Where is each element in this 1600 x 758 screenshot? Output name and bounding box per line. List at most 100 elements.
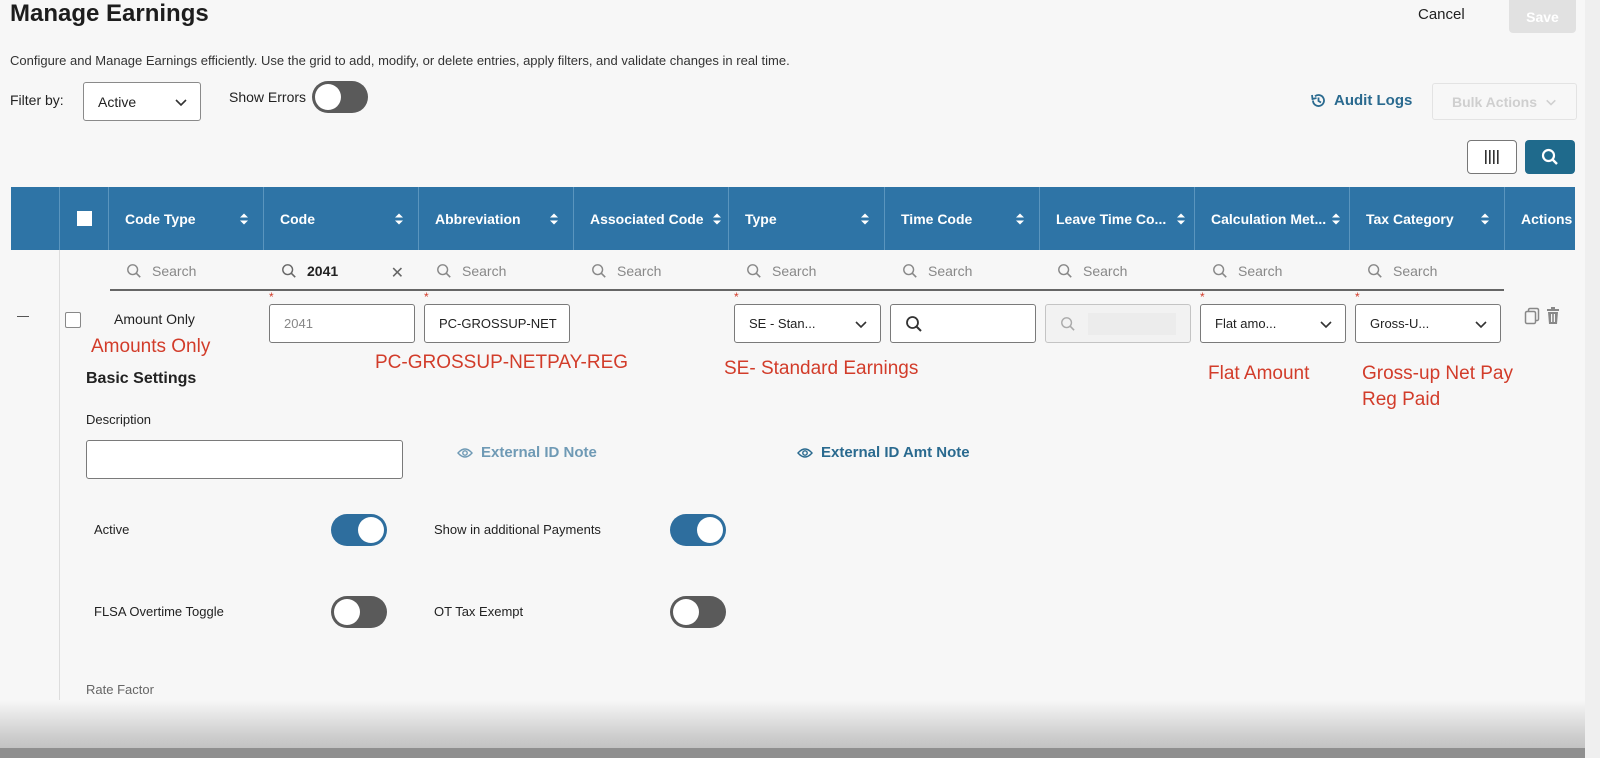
search-icon xyxy=(127,264,141,278)
filter-associated-code[interactable]: Search xyxy=(575,253,730,289)
eye-icon xyxy=(457,447,473,458)
filter-tax-category[interactable]: Search xyxy=(1351,253,1504,289)
external-id-amt-note-label: External ID Amt Note xyxy=(821,444,970,461)
row-code-type: Amount Only xyxy=(114,311,195,327)
tax-category-select[interactable]: Gross-U... xyxy=(1355,304,1501,343)
filter-placeholder: Search xyxy=(1238,263,1283,279)
columns-icon xyxy=(1485,150,1499,164)
columns-button[interactable] xyxy=(1467,140,1517,174)
abbreviation-input-value: PC-GROSSUP-NET xyxy=(439,316,557,331)
cancel-button[interactable]: Cancel xyxy=(1418,6,1465,23)
row-checkbox[interactable] xyxy=(65,312,81,328)
external-id-note-label: External ID Note xyxy=(481,444,597,461)
show-errors-toggle[interactable] xyxy=(312,81,368,113)
column-header-code[interactable]: Code xyxy=(263,187,418,250)
search-icon xyxy=(1058,264,1072,278)
active-toggle[interactable] xyxy=(331,514,387,546)
filter-placeholder: Search xyxy=(462,263,507,279)
filter-by-label: Filter by: xyxy=(10,92,64,108)
column-header-leave-time-code[interactable]: Leave Time Co... xyxy=(1039,187,1194,250)
filter-placeholder: Search xyxy=(152,263,197,279)
filter-placeholder: Search xyxy=(617,263,662,279)
filter-calculation-method[interactable]: Search xyxy=(1196,253,1351,289)
search-icon xyxy=(437,264,451,278)
column-header-associated-code[interactable]: Associated Code xyxy=(573,187,728,250)
search-button[interactable] xyxy=(1525,140,1575,174)
tax-category-value: Gross-U... xyxy=(1370,316,1430,331)
description-input[interactable] xyxy=(86,440,403,479)
time-code-input[interactable] xyxy=(890,304,1036,343)
show-additional-payments-toggle[interactable] xyxy=(670,514,726,546)
required-marker: * xyxy=(734,290,739,304)
sort-icon[interactable] xyxy=(394,212,404,226)
abbreviation-input[interactable]: PC-GROSSUP-NET xyxy=(424,304,570,343)
chevron-down-icon xyxy=(1475,320,1487,328)
column-label: Type xyxy=(745,210,777,227)
filter-select[interactable]: Active xyxy=(83,82,201,121)
filter-code-type[interactable]: Search xyxy=(110,253,265,289)
bottom-bar xyxy=(0,748,1600,758)
filter-placeholder: Search xyxy=(772,263,817,279)
leave-time-code-input[interactable] xyxy=(1045,304,1191,343)
sort-icon[interactable] xyxy=(860,212,870,226)
save-button[interactable]: Save xyxy=(1509,0,1576,33)
calculation-method-select[interactable]: Flat amo... xyxy=(1200,304,1346,343)
search-icon xyxy=(1061,316,1075,331)
ot-tax-exempt-toggle[interactable] xyxy=(670,596,726,628)
filter-placeholder: Search xyxy=(1083,263,1128,279)
copy-icon[interactable] xyxy=(1524,307,1540,325)
filter-type[interactable]: Search xyxy=(730,253,886,289)
column-label: Actions xyxy=(1521,210,1573,227)
sort-icon[interactable] xyxy=(712,212,722,226)
code-input[interactable]: 2041 xyxy=(269,304,415,343)
sort-icon[interactable] xyxy=(1331,212,1341,226)
type-select-value: SE - Stan... xyxy=(749,316,816,331)
select-all-checkbox[interactable] xyxy=(76,211,92,226)
sort-icon[interactable] xyxy=(1480,212,1490,226)
search-icon xyxy=(903,264,917,278)
chevron-down-icon xyxy=(855,320,867,328)
type-select[interactable]: SE - Stan... xyxy=(734,304,881,343)
column-header-time-code[interactable]: Time Code xyxy=(884,187,1039,250)
filter-time-code[interactable]: Search xyxy=(886,253,1041,289)
external-id-note-link[interactable]: External ID Note xyxy=(457,444,597,461)
audit-logs-label: Audit Logs xyxy=(1334,92,1413,109)
page-description: Configure and Manage Earnings efficientl… xyxy=(10,53,790,68)
bulk-actions-label: Bulk Actions xyxy=(1451,93,1538,110)
chevron-down-icon xyxy=(1320,320,1332,328)
chevron-down-icon xyxy=(175,98,187,106)
eye-icon xyxy=(797,447,813,458)
column-header-abbreviation[interactable]: Abbreviation xyxy=(418,187,573,250)
sort-icon[interactable] xyxy=(1176,212,1186,226)
sort-icon[interactable] xyxy=(549,212,559,226)
column-header-type[interactable]: Type xyxy=(728,187,884,250)
leave-time-code-field xyxy=(1087,312,1176,335)
collapse-row-icon[interactable] xyxy=(17,316,29,317)
code-input-value: 2041 xyxy=(284,316,313,331)
required-marker: * xyxy=(269,290,274,304)
column-header-calculation-method[interactable]: Calculation Met... xyxy=(1194,187,1349,250)
grid-header: Code Type Code Abbreviation Associated C… xyxy=(11,187,1575,250)
flsa-overtime-label: FLSA Overtime Toggle xyxy=(94,604,224,619)
show-additional-payments-label: Show in additional Payments xyxy=(434,522,601,537)
search-icon xyxy=(282,264,296,278)
column-header-code-type[interactable]: Code Type xyxy=(108,187,263,250)
annotation-abbreviation: PC-GROSSUP-NETPAY-REG xyxy=(375,352,629,373)
filter-placeholder: Search xyxy=(928,263,973,279)
close-icon[interactable]: ✕ xyxy=(391,263,404,283)
flsa-overtime-toggle[interactable] xyxy=(331,596,387,628)
filter-leave-time-code[interactable]: Search xyxy=(1041,253,1196,289)
sort-icon[interactable] xyxy=(239,212,249,226)
external-id-amt-note-link[interactable]: External ID Amt Note xyxy=(797,444,970,461)
bulk-actions-button[interactable]: Bulk Actions xyxy=(1432,83,1577,120)
column-header-tax-category[interactable]: Tax Category xyxy=(1349,187,1504,250)
page-title: Manage Earnings xyxy=(10,0,209,27)
search-icon xyxy=(1213,264,1227,278)
audit-logs-link[interactable]: Audit Logs xyxy=(1310,92,1412,109)
filter-abbreviation[interactable]: Search xyxy=(420,253,575,289)
trash-icon[interactable] xyxy=(1546,307,1560,325)
annotation-type: SE- Standard Earnings xyxy=(724,358,919,379)
sort-icon[interactable] xyxy=(1015,212,1025,226)
filter-code[interactable]: 2041 ✕ xyxy=(265,253,420,289)
column-label: Tax Category xyxy=(1366,210,1454,227)
